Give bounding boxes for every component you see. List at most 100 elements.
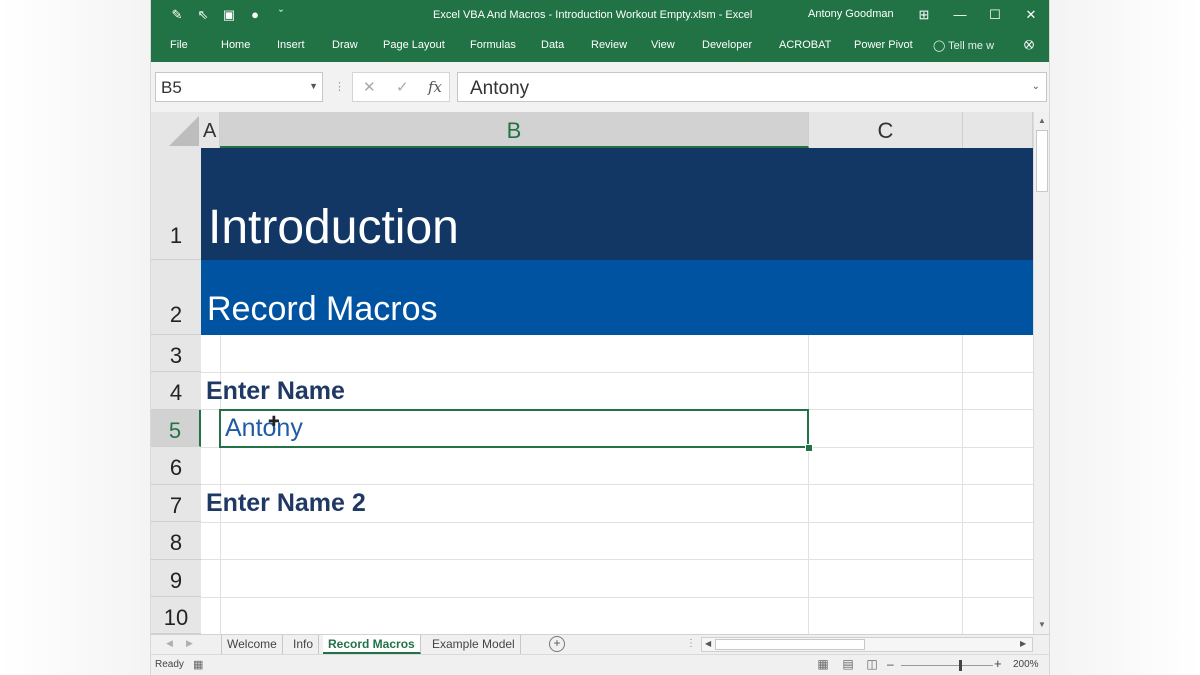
normal-view-icon[interactable]: ▦ <box>816 657 830 671</box>
formula-bar-splitter[interactable]: ⋮ <box>334 80 345 93</box>
tab-insert[interactable]: Insert <box>277 39 305 51</box>
row-header-10[interactable]: 10 <box>151 597 201 634</box>
ribbon-tabs: File Home Insert Draw Page Layout Formul… <box>151 32 1049 62</box>
desktop-background-right <box>1050 0 1200 675</box>
window-title: Excel VBA And Macros - Introduction Work… <box>433 9 753 21</box>
camera-icon[interactable]: ▣ <box>221 7 237 23</box>
expand-formula-icon[interactable]: ⌄ <box>1032 81 1040 92</box>
tell-me-search[interactable]: ◯ Tell me w <box>933 39 994 52</box>
gridline <box>201 559 1033 560</box>
cell-b4[interactable]: Enter Name <box>206 377 345 406</box>
cell-b2[interactable]: Record Macros <box>207 290 438 329</box>
row-header-7[interactable]: 7 <box>151 485 201 522</box>
row-header-1[interactable]: 1 <box>151 148 201 260</box>
fill-handle[interactable] <box>805 444 813 452</box>
pointer-icon[interactable]: ⇖ <box>195 7 211 23</box>
formula-input-value: Antony <box>470 78 530 99</box>
tab-splitter-icon[interactable]: ⋮ <box>686 638 696 649</box>
scroll-right-icon[interactable]: ▶ <box>1020 639 1026 648</box>
tab-power-pivot[interactable]: Power Pivot <box>854 39 913 51</box>
tab-page-layout[interactable]: Page Layout <box>383 39 445 51</box>
minimize-button[interactable]: — <box>948 4 972 26</box>
formula-bar: B5 ▼ ⋮ ✕ ✓ fx Antony ⌄ <box>151 62 1049 112</box>
tab-view[interactable]: View <box>651 39 675 51</box>
status-ready: Ready <box>155 659 184 670</box>
lightbulb-icon: ◯ <box>933 40 946 52</box>
title-bar: ✎ ⇖ ▣ ● ˇ Excel VBA And Macros - Introdu… <box>151 0 1049 32</box>
sheet-tab-record-macros[interactable]: Record Macros <box>323 635 421 654</box>
tab-draw[interactable]: Draw <box>332 39 358 51</box>
row-header-4[interactable]: 4 <box>151 372 201 410</box>
vertical-scroll-thumb[interactable] <box>1036 130 1048 192</box>
sheet-tab-bar: ◀ ▶ Welcome Info Record Macros Example M… <box>151 634 1049 654</box>
zoom-level[interactable]: 200% <box>1013 659 1039 670</box>
macro-recording-icon[interactable]: ▦ <box>193 658 203 671</box>
tab-review[interactable]: Review <box>591 39 627 51</box>
tab-file[interactable]: File <box>170 39 188 51</box>
quick-access-toolbar: ✎ ⇖ ▣ ● ˇ <box>169 7 289 23</box>
page-break-view-icon[interactable]: ◫ <box>865 657 879 671</box>
zoom-slider-knob[interactable] <box>959 660 962 671</box>
enter-icon[interactable]: ✓ <box>396 78 409 96</box>
tab-developer[interactable]: Developer <box>702 39 752 51</box>
name-box-value: B5 <box>161 78 182 97</box>
user-name[interactable]: Antony Goodman <box>808 8 894 20</box>
status-bar: Ready ▦ ▦ ▤ ◫ – + 200% <box>151 654 1049 675</box>
tab-home[interactable]: Home <box>221 39 250 51</box>
desktop-background-left <box>0 0 150 675</box>
scroll-down-icon[interactable]: ▼ <box>1038 620 1046 629</box>
cell-cursor-icon: ✚ <box>268 413 280 429</box>
person-icon[interactable]: ● <box>247 7 263 23</box>
select-all-button[interactable] <box>151 112 201 148</box>
cell-b7[interactable]: Enter Name 2 <box>206 489 366 518</box>
name-box[interactable]: B5 ▼ <box>155 72 323 102</box>
ribbon-display-icon[interactable]: ⊞ <box>912 4 936 26</box>
column-header-b[interactable]: B <box>220 112 809 148</box>
cancel-icon[interactable]: ✕ <box>363 78 376 96</box>
zoom-out-button[interactable]: – <box>887 657 894 671</box>
row-header-2[interactable]: 2 <box>151 260 201 335</box>
add-sheet-button[interactable]: + <box>549 636 565 652</box>
select-all-triangle-icon <box>169 116 199 146</box>
column-header-c[interactable]: C <box>809 112 963 148</box>
gridline <box>201 484 1033 485</box>
horizontal-scroll-thumb[interactable] <box>715 639 865 650</box>
scroll-up-icon[interactable]: ▲ <box>1038 116 1046 125</box>
row-header-5[interactable]: 5 <box>151 410 201 447</box>
vertical-scrollbar[interactable]: ▲ ▼ <box>1033 112 1049 634</box>
customize-arrow-icon[interactable]: ˇ <box>273 7 289 23</box>
formula-input[interactable]: Antony ⌄ <box>457 72 1047 102</box>
tab-acrobat[interactable]: ACROBAT <box>779 39 831 51</box>
sheet-tab-welcome[interactable]: Welcome <box>221 635 283 654</box>
row-header-8[interactable]: 8 <box>151 522 201 560</box>
horizontal-scrollbar[interactable]: ◀ ▶ <box>701 637 1033 652</box>
tab-formulas[interactable]: Formulas <box>470 39 516 51</box>
row-header-6[interactable]: 6 <box>151 447 201 485</box>
excel-window: ✎ ⇖ ▣ ● ˇ Excel VBA And Macros - Introdu… <box>150 0 1050 675</box>
tab-data[interactable]: Data <box>541 39 564 51</box>
scroll-left-icon[interactable]: ◀ <box>705 639 711 648</box>
worksheet-grid[interactable]: A B C 1 2 3 4 5 6 7 8 9 10 Introduction … <box>151 112 1033 634</box>
maximize-button[interactable]: ☐ <box>983 4 1007 26</box>
active-cell-border <box>219 409 809 448</box>
sheet-tab-info[interactable]: Info <box>288 635 320 654</box>
close-button[interactable]: ✕ <box>1019 4 1043 26</box>
chevron-down-icon[interactable]: ▼ <box>309 81 318 91</box>
row-header-3[interactable]: 3 <box>151 335 201 372</box>
draw-icon[interactable]: ✎ <box>169 7 185 23</box>
cell-b1[interactable]: Introduction <box>208 200 459 255</box>
prev-sheet-icon[interactable]: ◀ <box>166 638 173 649</box>
sheet-tab-example-model[interactable]: Example Model <box>427 635 521 654</box>
page-layout-view-icon[interactable]: ▤ <box>841 657 855 671</box>
share-icon[interactable]: ⭙ <box>1021 37 1037 53</box>
gridline <box>201 372 1033 373</box>
insert-function-icon[interactable]: fx <box>428 78 442 96</box>
column-header-d[interactable] <box>963 112 1033 148</box>
row-header-9[interactable]: 9 <box>151 560 201 597</box>
zoom-slider[interactable] <box>901 665 993 666</box>
column-header-a[interactable]: A <box>201 112 220 148</box>
next-sheet-icon[interactable]: ▶ <box>186 638 193 649</box>
gridline <box>201 597 1033 598</box>
formula-buttons: ✕ ✓ fx <box>352 72 450 102</box>
zoom-in-button[interactable]: + <box>994 656 1002 671</box>
